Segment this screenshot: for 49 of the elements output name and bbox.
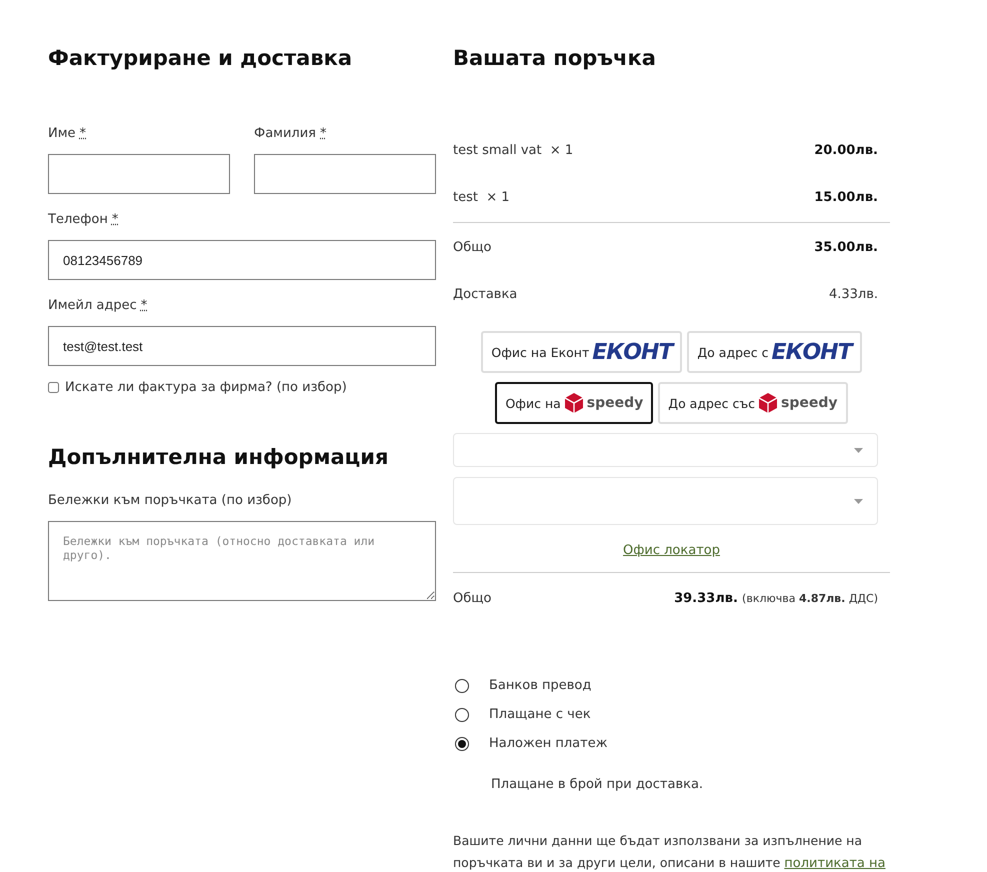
caret-icon <box>854 498 863 504</box>
radio-button[interactable] <box>455 736 469 750</box>
payment-description: Плащане в брой при доставка. <box>490 777 704 792</box>
product-name: test small vat × 1 <box>453 142 574 158</box>
section-title: Допълнителна информация <box>48 444 390 471</box>
product-price: 15.00лв. <box>814 190 878 204</box>
input-field[interactable]: 08123456789 <box>48 240 436 280</box>
field-label: Фамилия * <box>254 125 328 143</box>
privacy-policy-link[interactable]: политиката на <box>784 856 886 871</box>
input-field[interactable]: test@test.test <box>48 326 436 366</box>
field-label: Имейл адрес * <box>48 297 148 315</box>
shipping-option[interactable]: До адрес с ЕКОНТ <box>687 331 862 373</box>
field-label: Бележки към поръчката (по избор) <box>48 492 293 510</box>
input-field[interactable] <box>254 154 436 194</box>
total-value: 39.33лв. (включва 4.87лв. ДДС) <box>674 590 878 606</box>
select-field[interactable] <box>453 477 878 525</box>
payment-method-label: Банков превод <box>489 678 592 693</box>
econt-logo: ЕКОНТ <box>592 340 672 364</box>
parcel-icon <box>758 392 778 414</box>
field-label: Име * <box>48 125 88 143</box>
speedy-logo: speedy <box>781 395 838 411</box>
parcel-icon <box>564 392 584 414</box>
field-label: Телефон * <box>48 211 120 229</box>
total-label: Общо <box>453 590 492 606</box>
radio-button[interactable] <box>455 678 469 692</box>
privacy-notice: Вашите лични данни ще бъдат използвани за изпълнение на поръчката ви и за други цели, описани в нашите политиката на <box>453 832 886 872</box>
shipping-value: 4.33лв. <box>828 286 878 302</box>
product-name: test × 1 <box>453 190 510 204</box>
subtotal-label: Общо <box>453 240 492 254</box>
select-field[interactable] <box>453 433 878 467</box>
notes-field[interactable]: Бележки към поръчката (относно доставката или друго). <box>48 521 436 601</box>
product-price: 20.00лв. <box>814 142 878 158</box>
section-title: Вашата поръчка <box>453 45 657 72</box>
shipping-option[interactable]: Офис на Еконт ЕКОНТ <box>481 331 682 373</box>
input-field[interactable] <box>48 154 230 194</box>
shipping-label: Доставка <box>453 286 518 302</box>
subtotal-value: 35.00лв. <box>814 240 878 254</box>
checkbox-label: Искате ли фактура за фирма? (по избор) <box>65 380 347 395</box>
section-title: Фактуриране и доставка <box>48 45 354 72</box>
office-locator-link[interactable]: Офис локатор <box>623 543 720 558</box>
caret-icon <box>854 448 863 452</box>
checkbox[interactable] <box>48 382 59 393</box>
payment-method-label: Плащане с чек <box>489 707 591 722</box>
shipping-option[interactable]: Офис на speedy <box>495 382 654 424</box>
shipping-option[interactable]: До адрес със speedy <box>658 382 848 424</box>
econt-logo: ЕКОНТ <box>771 340 852 364</box>
speedy-logo: speedy <box>586 395 644 411</box>
radio-button[interactable] <box>455 708 469 722</box>
payment-method-label: Наложен платеж <box>489 736 608 751</box>
